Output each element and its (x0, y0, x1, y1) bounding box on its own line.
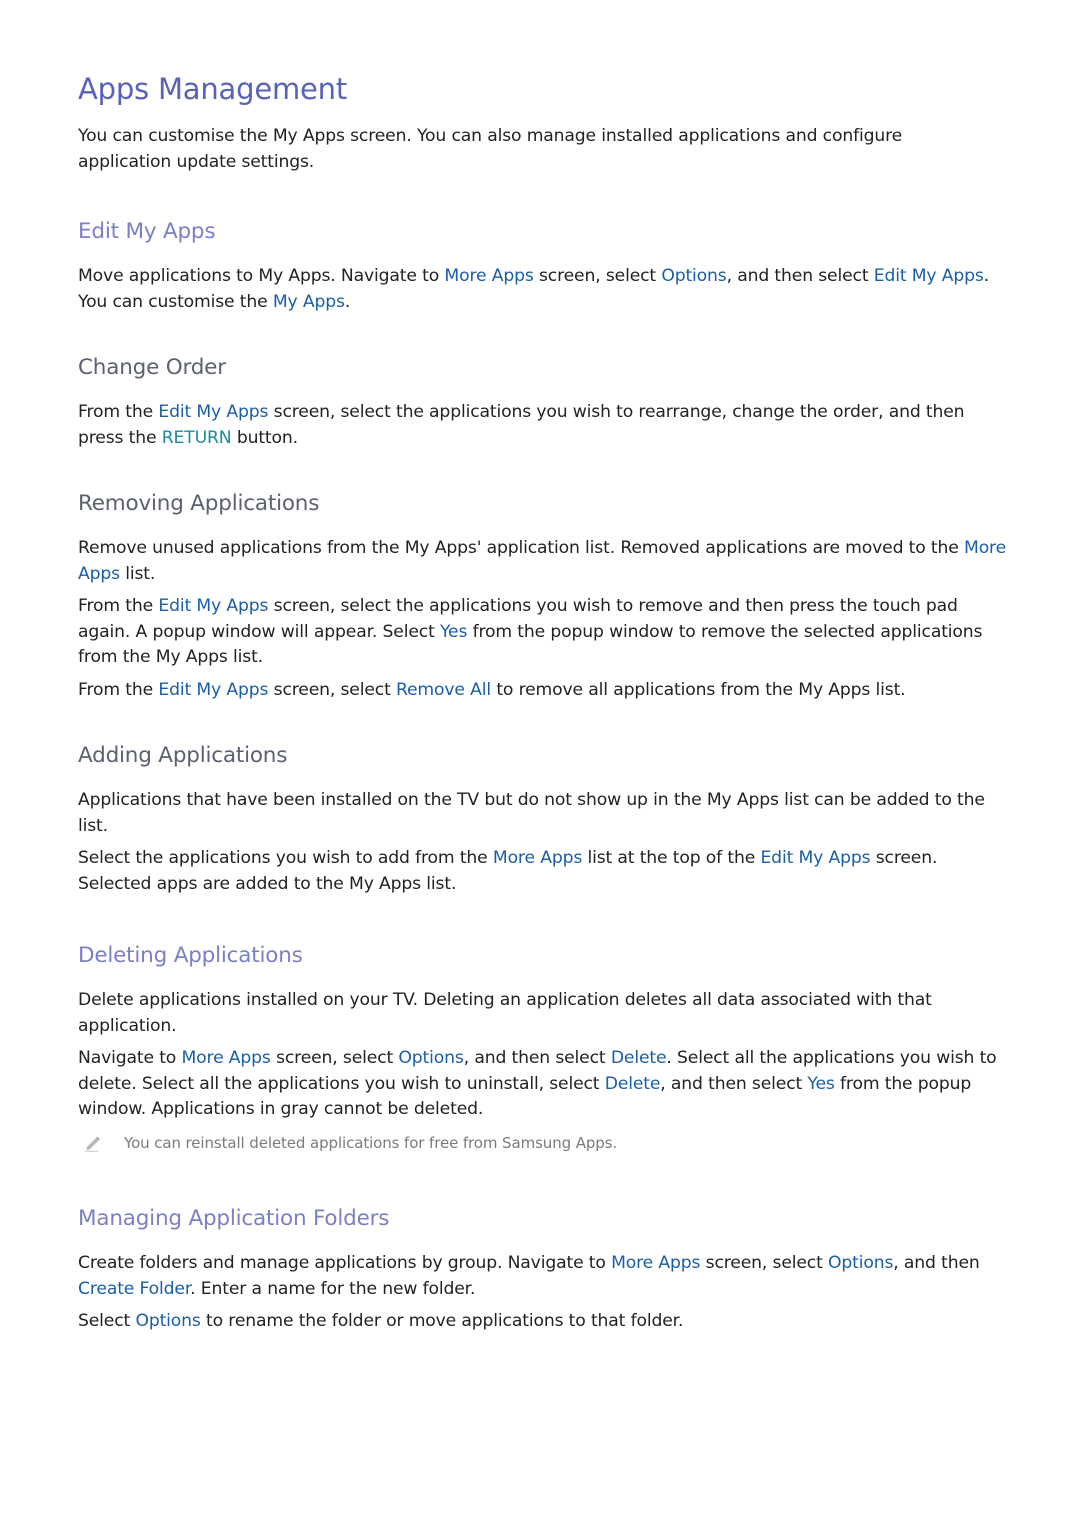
pencil-note-icon (84, 1134, 102, 1152)
menu-ref-edit-my-apps: Edit My Apps (760, 848, 871, 868)
paragraph: Navigate to More Apps screen, select Opt… (78, 1048, 997, 1119)
button-ref-return: RETURN (161, 427, 232, 448)
menu-ref-create-folder: Create Folder (78, 1278, 191, 1299)
menu-ref-yes: Yes (439, 621, 468, 642)
menu-ref-more-apps: More Apps (611, 1253, 701, 1273)
menu-ref-edit-my-apps: Edit My Apps (158, 679, 269, 700)
menu-ref-edit-my-apps: Edit My Apps (873, 266, 984, 286)
paragraph: Select the applications you wish to add … (78, 848, 938, 894)
paragraph: From the Edit My Apps screen, select the… (78, 402, 965, 448)
section-adding-applications: Adding Applications Applications that ha… (78, 743, 1013, 897)
menu-ref-more-apps: More Apps (181, 1048, 271, 1068)
paragraph: From the Edit My Apps screen, select Rem… (78, 679, 906, 700)
menu-ref-edit-my-apps: Edit My Apps (158, 596, 269, 616)
section-heading: Edit My Apps (78, 219, 216, 244)
menu-ref-more-apps: More Apps (492, 848, 583, 868)
menu-ref-delete: Delete (604, 1073, 661, 1094)
menu-ref-delete: Delete (610, 1048, 667, 1068)
section-deleting-applications: Deleting Applications Delete application… (78, 943, 1013, 1123)
intro-section: You can customise the My Apps screen. Yo… (78, 124, 1013, 175)
paragraph: Applications that have been installed on… (78, 790, 985, 836)
page-title: Apps Management (78, 72, 348, 106)
menu-ref-my-apps: My Apps (272, 291, 345, 312)
menu-ref-options: Options (135, 1311, 201, 1331)
paragraph: From the Edit My Apps screen, select the… (78, 596, 983, 667)
section-edit-my-apps: Edit My Apps Move applications to My App… (78, 219, 1013, 315)
menu-ref-yes: Yes (807, 1073, 835, 1094)
note-text: You can reinstall deleted applications f… (124, 1134, 618, 1152)
menu-ref-remove-all: Remove All (395, 679, 492, 700)
paragraph: Create folders and manage applications b… (78, 1253, 980, 1299)
menu-ref-options: Options (828, 1253, 894, 1273)
paragraph: Move applications to My Apps. Navigate t… (78, 266, 990, 312)
section-managing-application-folders: Managing Application Folders Create fold… (78, 1206, 1013, 1335)
subsection-heading: Change Order (78, 355, 226, 380)
note: You can reinstall deleted applications f… (84, 1134, 1004, 1152)
paragraph: Remove unused applications from the My A… (78, 538, 1007, 584)
intro-paragraph: You can customise the My Apps screen. Yo… (78, 126, 903, 172)
menu-ref-more-apps: More Apps (444, 266, 534, 286)
section-heading: Managing Application Folders (78, 1206, 390, 1231)
paragraph: Select Options to rename the folder or m… (78, 1311, 684, 1331)
menu-ref-options: Options (661, 266, 727, 286)
section-removing-applications: Removing Applications Remove unused appl… (78, 491, 1013, 703)
subsection-heading: Adding Applications (78, 743, 288, 768)
subsection-heading: Removing Applications (78, 491, 320, 516)
paragraph: Delete applications installed on your TV… (78, 990, 932, 1036)
menu-ref-edit-my-apps: Edit My Apps (158, 402, 269, 422)
section-change-order: Change Order From the Edit My Apps scree… (78, 355, 1013, 451)
menu-ref-options: Options (398, 1048, 464, 1068)
section-heading: Deleting Applications (78, 943, 303, 968)
